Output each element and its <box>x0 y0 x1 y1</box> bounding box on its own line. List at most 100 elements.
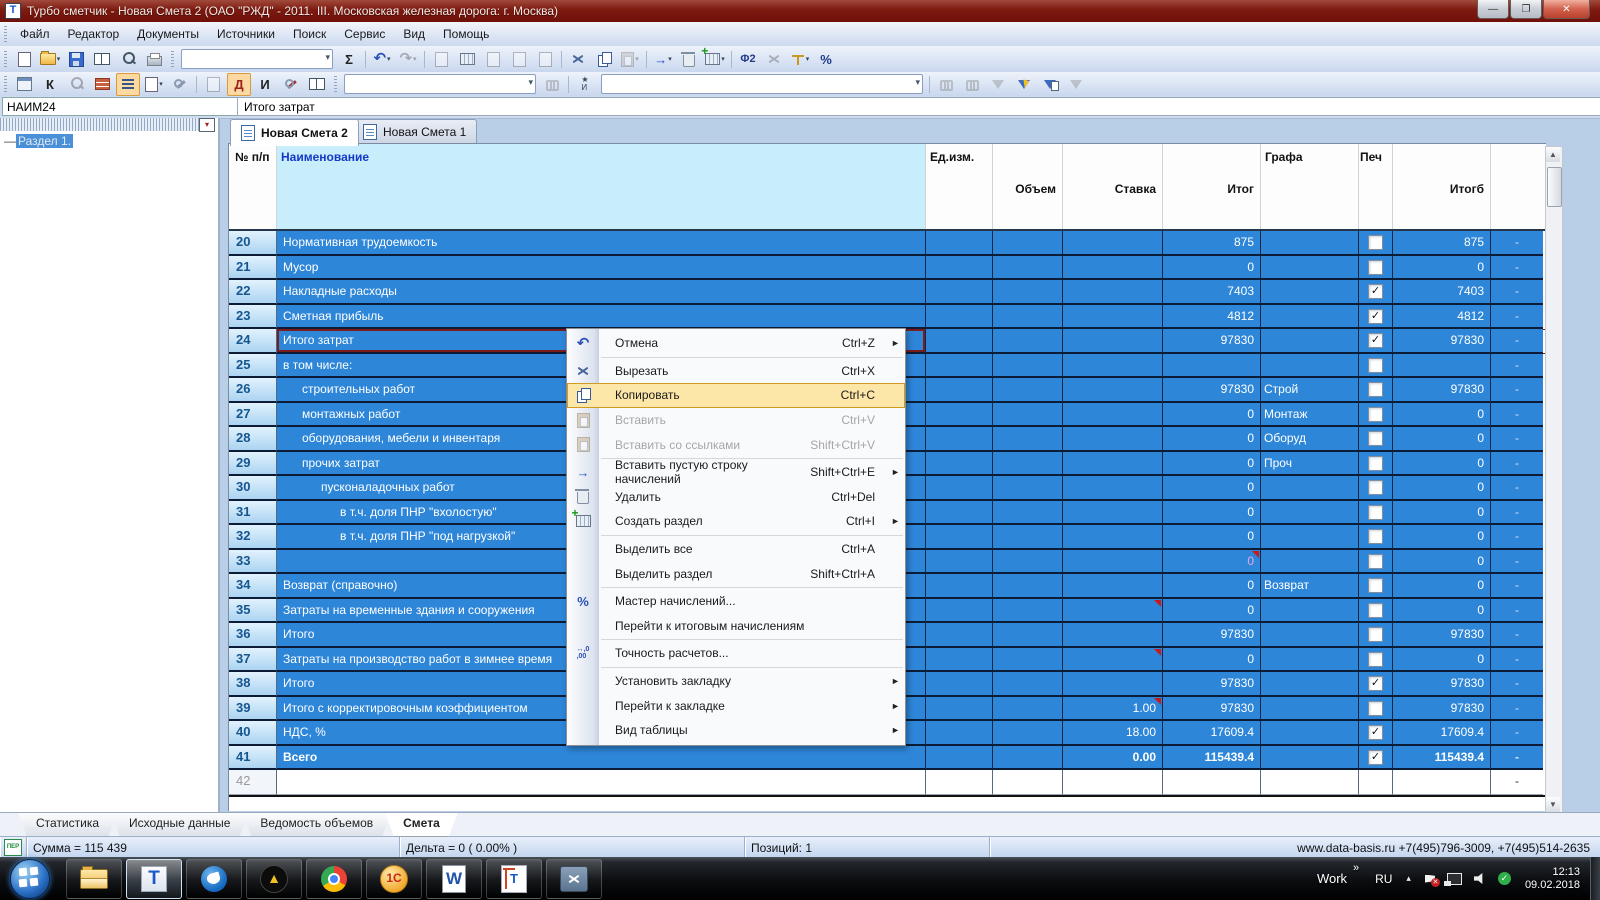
taskbar-app-word[interactable]: W <box>426 858 482 899</box>
restore-button[interactable]: ❐ <box>1510 0 1542 19</box>
update-check-icon[interactable]: ✓ <box>1497 872 1511 885</box>
doc-tab-Новая Смета 1[interactable]: Новая Смета 1 <box>352 119 478 144</box>
action-center-icon[interactable]: ✕ <box>1424 874 1440 887</box>
menu-Сервис[interactable]: Сервис <box>335 24 394 44</box>
cut2-button[interactable] <box>762 48 786 71</box>
language-indicator[interactable]: RU <box>1375 872 1392 886</box>
print-checkbox[interactable] <box>1368 553 1383 569</box>
table-row-22[interactable]: 22 Накладные расходы 7403 ✓ 7403- <box>229 280 1546 305</box>
scroll-down-icon[interactable]: ▼ <box>1546 797 1560 812</box>
sheet-tab-Статистика[interactable]: Статистика <box>18 813 117 837</box>
print-checkbox[interactable] <box>1368 235 1383 250</box>
print-checkbox[interactable] <box>1368 431 1383 446</box>
doc-tab-Новая Смета 2[interactable]: Новая Смета 2 <box>230 119 359 146</box>
insert-row-button[interactable]: → ▾ <box>651 48 675 71</box>
save-button[interactable] <box>64 48 88 71</box>
print-button[interactable] <box>142 48 166 71</box>
book-button[interactable] <box>90 48 114 71</box>
pages-button[interactable]: ▾ <box>142 73 166 96</box>
f2-button[interactable]: Φ2 <box>736 48 760 71</box>
refresh-button[interactable] <box>507 48 531 71</box>
print-checkbox[interactable] <box>1368 382 1383 397</box>
scale-combobox[interactable] <box>181 49 333 69</box>
menu-Документы[interactable]: Документы <box>128 24 208 44</box>
tray-expand-icon[interactable]: ▴ <box>1406 873 1411 884</box>
close-button[interactable]: ✕ <box>1543 0 1590 19</box>
print-checkbox[interactable] <box>1368 259 1383 275</box>
print-checkbox[interactable]: ✓ <box>1368 284 1383 299</box>
print-checkbox[interactable] <box>1368 455 1383 471</box>
print-checkbox[interactable] <box>1368 627 1383 642</box>
sheet-tab-Исходные данные[interactable]: Исходные данные <box>111 813 248 837</box>
context-item-Выделить все[interactable]: Выделить все Ctrl+A <box>567 537 905 562</box>
formula-input[interactable] <box>237 97 1600 116</box>
print-checkbox[interactable]: ✓ <box>1368 725 1383 740</box>
menu-Редактор[interactable]: Редактор <box>59 24 129 44</box>
print-checkbox[interactable] <box>1368 480 1383 495</box>
tools-x-button[interactable] <box>279 73 303 96</box>
work-label[interactable]: Work» <box>1317 862 1359 886</box>
print-checkbox[interactable]: ✓ <box>1368 676 1383 691</box>
print-checkbox[interactable] <box>1368 406 1383 422</box>
table-row-23[interactable]: 23 Сметная прибыль 4812 ✓ 4812- <box>229 304 1546 329</box>
show-desktop-button[interactable] <box>1590 857 1600 900</box>
taskbar-app-tbird[interactable] <box>186 858 242 899</box>
tree-item-section[interactable]: — Раздел 1. <box>4 134 74 148</box>
taskbar-app-chrome[interactable] <box>306 858 362 899</box>
filter-clear-button[interactable] <box>1064 73 1088 96</box>
ai-button[interactable]: ★ И <box>573 73 597 96</box>
context-item-Удалить[interactable]: Удалить Ctrl+Del <box>567 485 905 510</box>
collapse-icon[interactable]: ▾ <box>199 118 215 132</box>
sheet-tab-Смета[interactable]: Смета <box>385 813 458 837</box>
binoculars-button[interactable] <box>540 73 564 96</box>
print-checkbox[interactable] <box>1368 602 1383 618</box>
context-item-Выделить раздел[interactable]: Выделить раздел Shift+Ctrl+A <box>567 561 905 586</box>
vertical-scrollbar[interactable]: ▲ ▼ <box>1545 146 1563 813</box>
header-name-cell[interactable]: Наименование <box>277 144 926 229</box>
context-item-Копировать[interactable]: Копировать Ctrl+C <box>567 383 905 408</box>
context-item-Вырезать[interactable]: Вырезать Ctrl+X <box>567 359 905 384</box>
doc-button[interactable] <box>201 73 225 96</box>
table-row-42[interactable]: 42 - <box>229 770 1546 795</box>
i-button[interactable]: И <box>253 73 277 96</box>
undo-button[interactable]: ↶ ▾ <box>370 48 394 71</box>
start-button[interactable] <box>10 858 50 899</box>
link-button[interactable] <box>429 48 453 71</box>
find-next-button[interactable] <box>960 73 984 96</box>
context-item-Вставить пустую строку начислений[interactable]: → Вставить пустую строку начислений Shift+… <box>567 458 905 486</box>
preview-button[interactable] <box>116 48 140 71</box>
taskbar-app-turbo[interactable]: T <box>126 858 182 899</box>
print-checkbox[interactable] <box>1368 504 1383 520</box>
find-prev-button[interactable] <box>934 73 958 96</box>
menu-Вид[interactable]: Вид <box>394 24 434 44</box>
print-checkbox[interactable] <box>1368 700 1383 716</box>
clock[interactable]: 12:13 09.02.2018 <box>1525 866 1580 892</box>
network-icon[interactable] <box>1443 872 1462 886</box>
volume-icon[interactable] <box>1473 872 1486 885</box>
bricks-button[interactable] <box>90 73 114 96</box>
context-item-Мастер начислений...[interactable]: % Мастер начислений... <box>567 589 905 614</box>
print-checkbox[interactable] <box>1368 651 1383 667</box>
cell-name-input[interactable] <box>2 97 242 116</box>
menu-Файл[interactable]: Файл <box>11 24 59 44</box>
menu-Поиск[interactable]: Поиск <box>284 24 335 44</box>
taskbar-app-onec[interactable]: 1С <box>366 858 422 899</box>
context-item-Перейти к закладке[interactable]: Перейти к закладке ► <box>567 693 905 718</box>
unlink-button[interactable] <box>481 48 505 71</box>
new-document-button[interactable] <box>12 48 36 71</box>
indent-button[interactable] <box>116 72 140 96</box>
context-item-Отмена[interactable]: ↶ Отмена Ctrl+Z ► <box>567 331 905 356</box>
filter-fast-button[interactable] <box>1012 73 1036 96</box>
filter-doc-button[interactable] <box>1038 73 1062 96</box>
table-row-41[interactable]: 41 Всего 0.00 115439.4 ✓ 115439.4- <box>229 745 1546 770</box>
sync-button[interactable] <box>533 48 557 71</box>
merge-button[interactable] <box>455 48 479 71</box>
copy-button[interactable] <box>592 48 616 71</box>
print-checkbox[interactable]: ✓ <box>1368 308 1383 324</box>
view-doc-button[interactable] <box>305 73 329 96</box>
d-button[interactable]: Д <box>227 72 251 96</box>
taskbar-app-snip[interactable] <box>546 858 602 899</box>
print-checkbox[interactable]: ✓ <box>1368 333 1383 348</box>
k-button[interactable]: К <box>38 73 62 96</box>
delete-button[interactable] <box>677 48 701 71</box>
